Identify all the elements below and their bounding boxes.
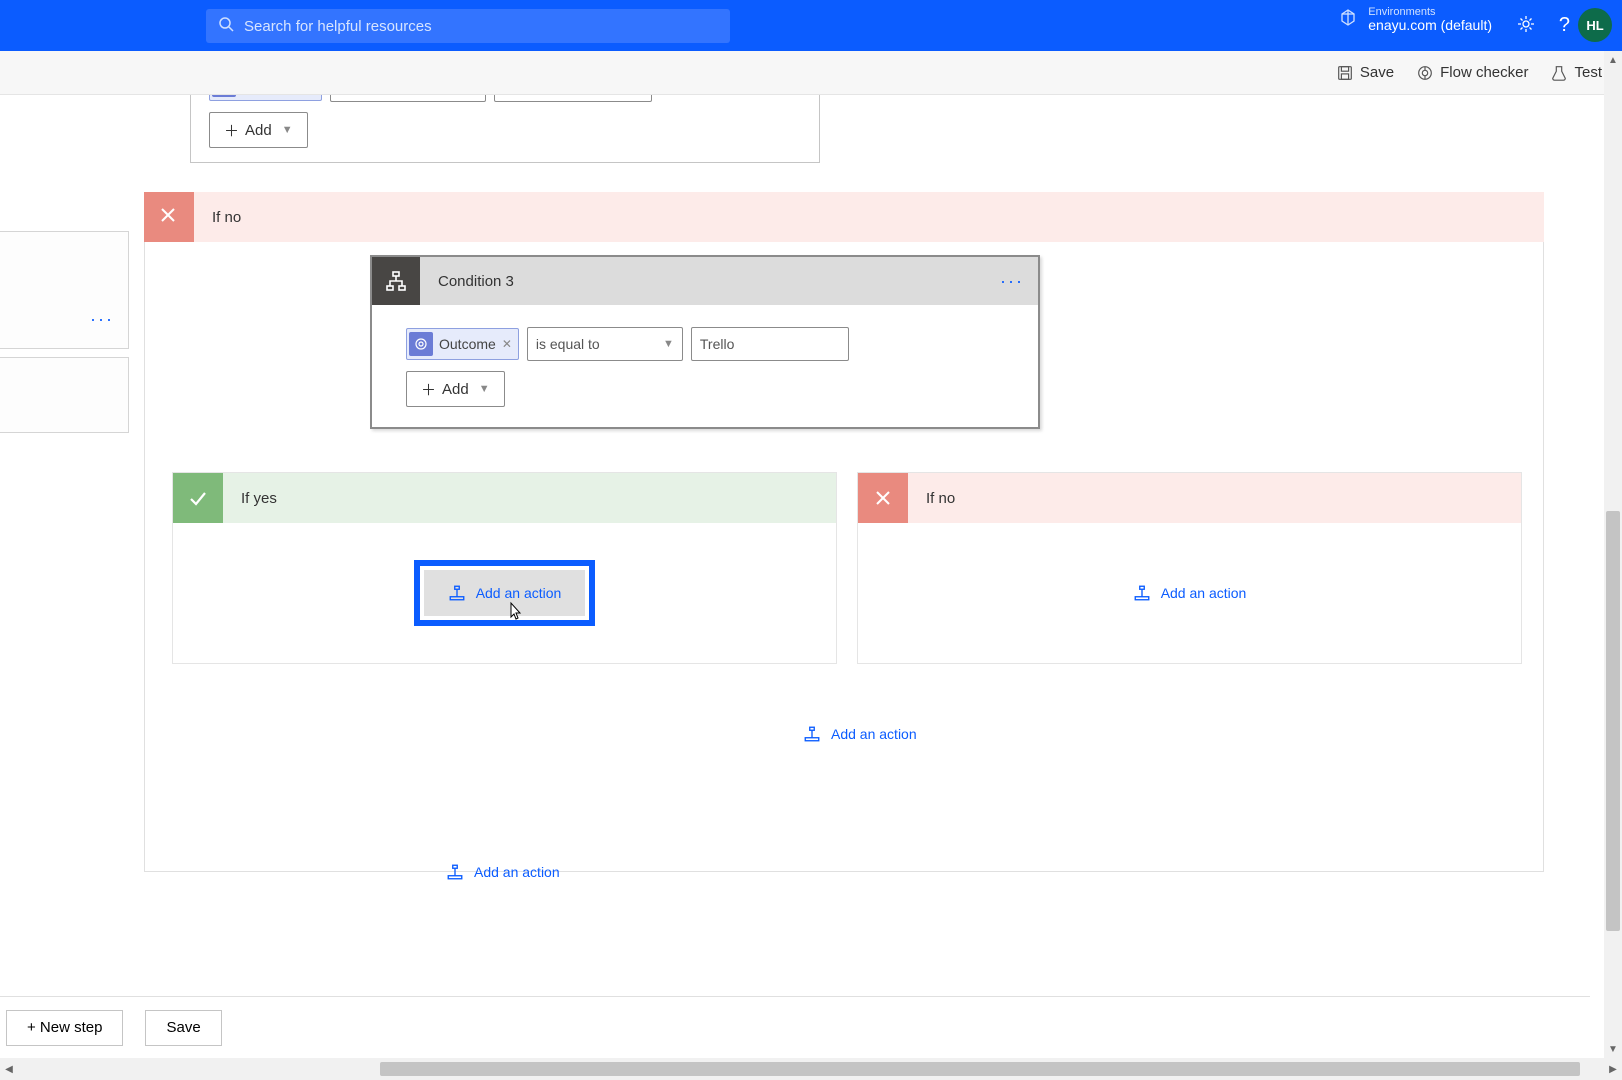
- if-yes-header[interactable]: If yes: [173, 473, 836, 523]
- flow-checker-label: Flow checker: [1440, 64, 1528, 81]
- condition-3-card: Condition 3 ··· Outcome ✕ is equal to ▼: [370, 255, 1040, 429]
- card-menu-icon[interactable]: ···: [90, 309, 114, 330]
- add-label: Add: [442, 381, 469, 398]
- new-step-button[interactable]: + New step: [6, 1010, 123, 1046]
- if-yes-branch: If yes Add an action: [172, 472, 837, 664]
- left-card-fragment-2: [0, 357, 129, 433]
- search-input[interactable]: [244, 18, 718, 35]
- action-toolbar: Save Flow checker Test: [0, 51, 1622, 95]
- scroll-thumb[interactable]: [380, 1062, 1580, 1076]
- condition-icon: [372, 257, 420, 305]
- cursor-pointer-icon: [505, 601, 525, 630]
- condition-operator[interactable]: is equal to ▼: [330, 95, 486, 102]
- environment-value: enayu.com (default): [1368, 18, 1492, 33]
- environment-picker[interactable]: Environments enayu.com (default): [1338, 6, 1492, 33]
- flow-canvas[interactable]: Outcome ✕ is equal to ▼ Tweet ＋ Add ▼ If…: [0, 95, 1604, 1080]
- test-button[interactable]: Test: [1550, 64, 1602, 82]
- condition3-value[interactable]: Trello: [691, 327, 849, 361]
- search-icon: [218, 16, 234, 37]
- x-icon: [158, 205, 178, 230]
- scroll-right-icon[interactable]: ▶: [1604, 1058, 1622, 1080]
- scroll-left-icon[interactable]: ◀: [0, 1058, 18, 1080]
- if-no-branch-inner: If no Add an action: [857, 472, 1522, 664]
- add-action-if-no[interactable]: Add an action: [1115, 574, 1265, 612]
- scroll-thumb[interactable]: [1606, 511, 1620, 931]
- designer-footer: + New step Save: [0, 996, 1590, 1058]
- condition-value[interactable]: Tweet: [494, 95, 652, 102]
- chevron-down-icon: ▼: [282, 124, 293, 136]
- x-icon: [858, 473, 908, 523]
- add-condition-button[interactable]: ＋ Add ▼: [209, 112, 308, 148]
- condition-card-top: Outcome ✕ is equal to ▼ Tweet ＋ Add ▼: [190, 95, 820, 163]
- search-box[interactable]: [206, 9, 730, 43]
- horizontal-scrollbar[interactable]: ◀ ▶: [0, 1058, 1622, 1080]
- plus-icon: ＋: [421, 379, 436, 400]
- if-no-label-inner: If no: [908, 490, 955, 507]
- add-action-label: Add an action: [831, 726, 917, 742]
- scroll-up-icon[interactable]: ▲: [1604, 51, 1622, 69]
- add-action-label: Add an action: [1161, 585, 1247, 601]
- left-card-fragment: ···: [0, 231, 129, 349]
- chip-label: Outcome: [439, 336, 496, 352]
- add-action-below-branches[interactable]: Add an action: [785, 715, 935, 753]
- help-icon[interactable]: ?: [1559, 14, 1570, 37]
- add-condition3-button[interactable]: ＋ Add ▼: [406, 371, 505, 407]
- dynamic-content-icon: [409, 332, 433, 356]
- flow-checker-button[interactable]: Flow checker: [1416, 64, 1528, 82]
- save-label: Save: [1360, 64, 1394, 81]
- add-label: Add: [245, 122, 272, 139]
- plus-icon: ＋: [224, 120, 239, 141]
- operator-label: is equal to: [536, 336, 600, 352]
- vertical-scrollbar[interactable]: ▲ ▼: [1604, 51, 1622, 1058]
- settings-icon[interactable]: [1516, 14, 1536, 39]
- condition3-chip-outcome[interactable]: Outcome ✕: [406, 328, 519, 360]
- if-no-header-inner[interactable]: If no: [858, 473, 1521, 523]
- card-menu-icon[interactable]: ···: [1000, 271, 1024, 292]
- add-action-label: Add an action: [476, 585, 562, 601]
- condition-3-header[interactable]: Condition 3 ···: [372, 257, 1038, 305]
- user-avatar[interactable]: HL: [1578, 8, 1612, 42]
- chevron-down-icon: ▼: [663, 338, 674, 350]
- add-action-label: Add an action: [474, 864, 560, 880]
- if-no-branch-header[interactable]: If no: [144, 192, 1544, 242]
- app-header: Environments enayu.com (default) ? HL: [0, 0, 1622, 51]
- dynamic-content-icon: [212, 95, 236, 97]
- test-label: Test: [1574, 64, 1602, 81]
- condition-chip-outcome[interactable]: Outcome ✕: [209, 95, 322, 101]
- condition-3-title: Condition 3: [420, 273, 514, 290]
- scroll-down-icon[interactable]: ▼: [1604, 1040, 1622, 1058]
- save-button[interactable]: Save: [1336, 64, 1394, 82]
- environment-icon: [1338, 7, 1358, 32]
- condition3-operator[interactable]: is equal to ▼: [527, 327, 683, 361]
- if-yes-label: If yes: [223, 490, 277, 507]
- save-button-footer[interactable]: Save: [145, 1010, 221, 1046]
- add-action-outer[interactable]: Add an action: [428, 853, 578, 891]
- if-no-label: If no: [212, 209, 241, 226]
- check-icon: [173, 473, 223, 523]
- chevron-down-icon: ▼: [479, 383, 490, 395]
- remove-chip-icon[interactable]: ✕: [502, 337, 512, 351]
